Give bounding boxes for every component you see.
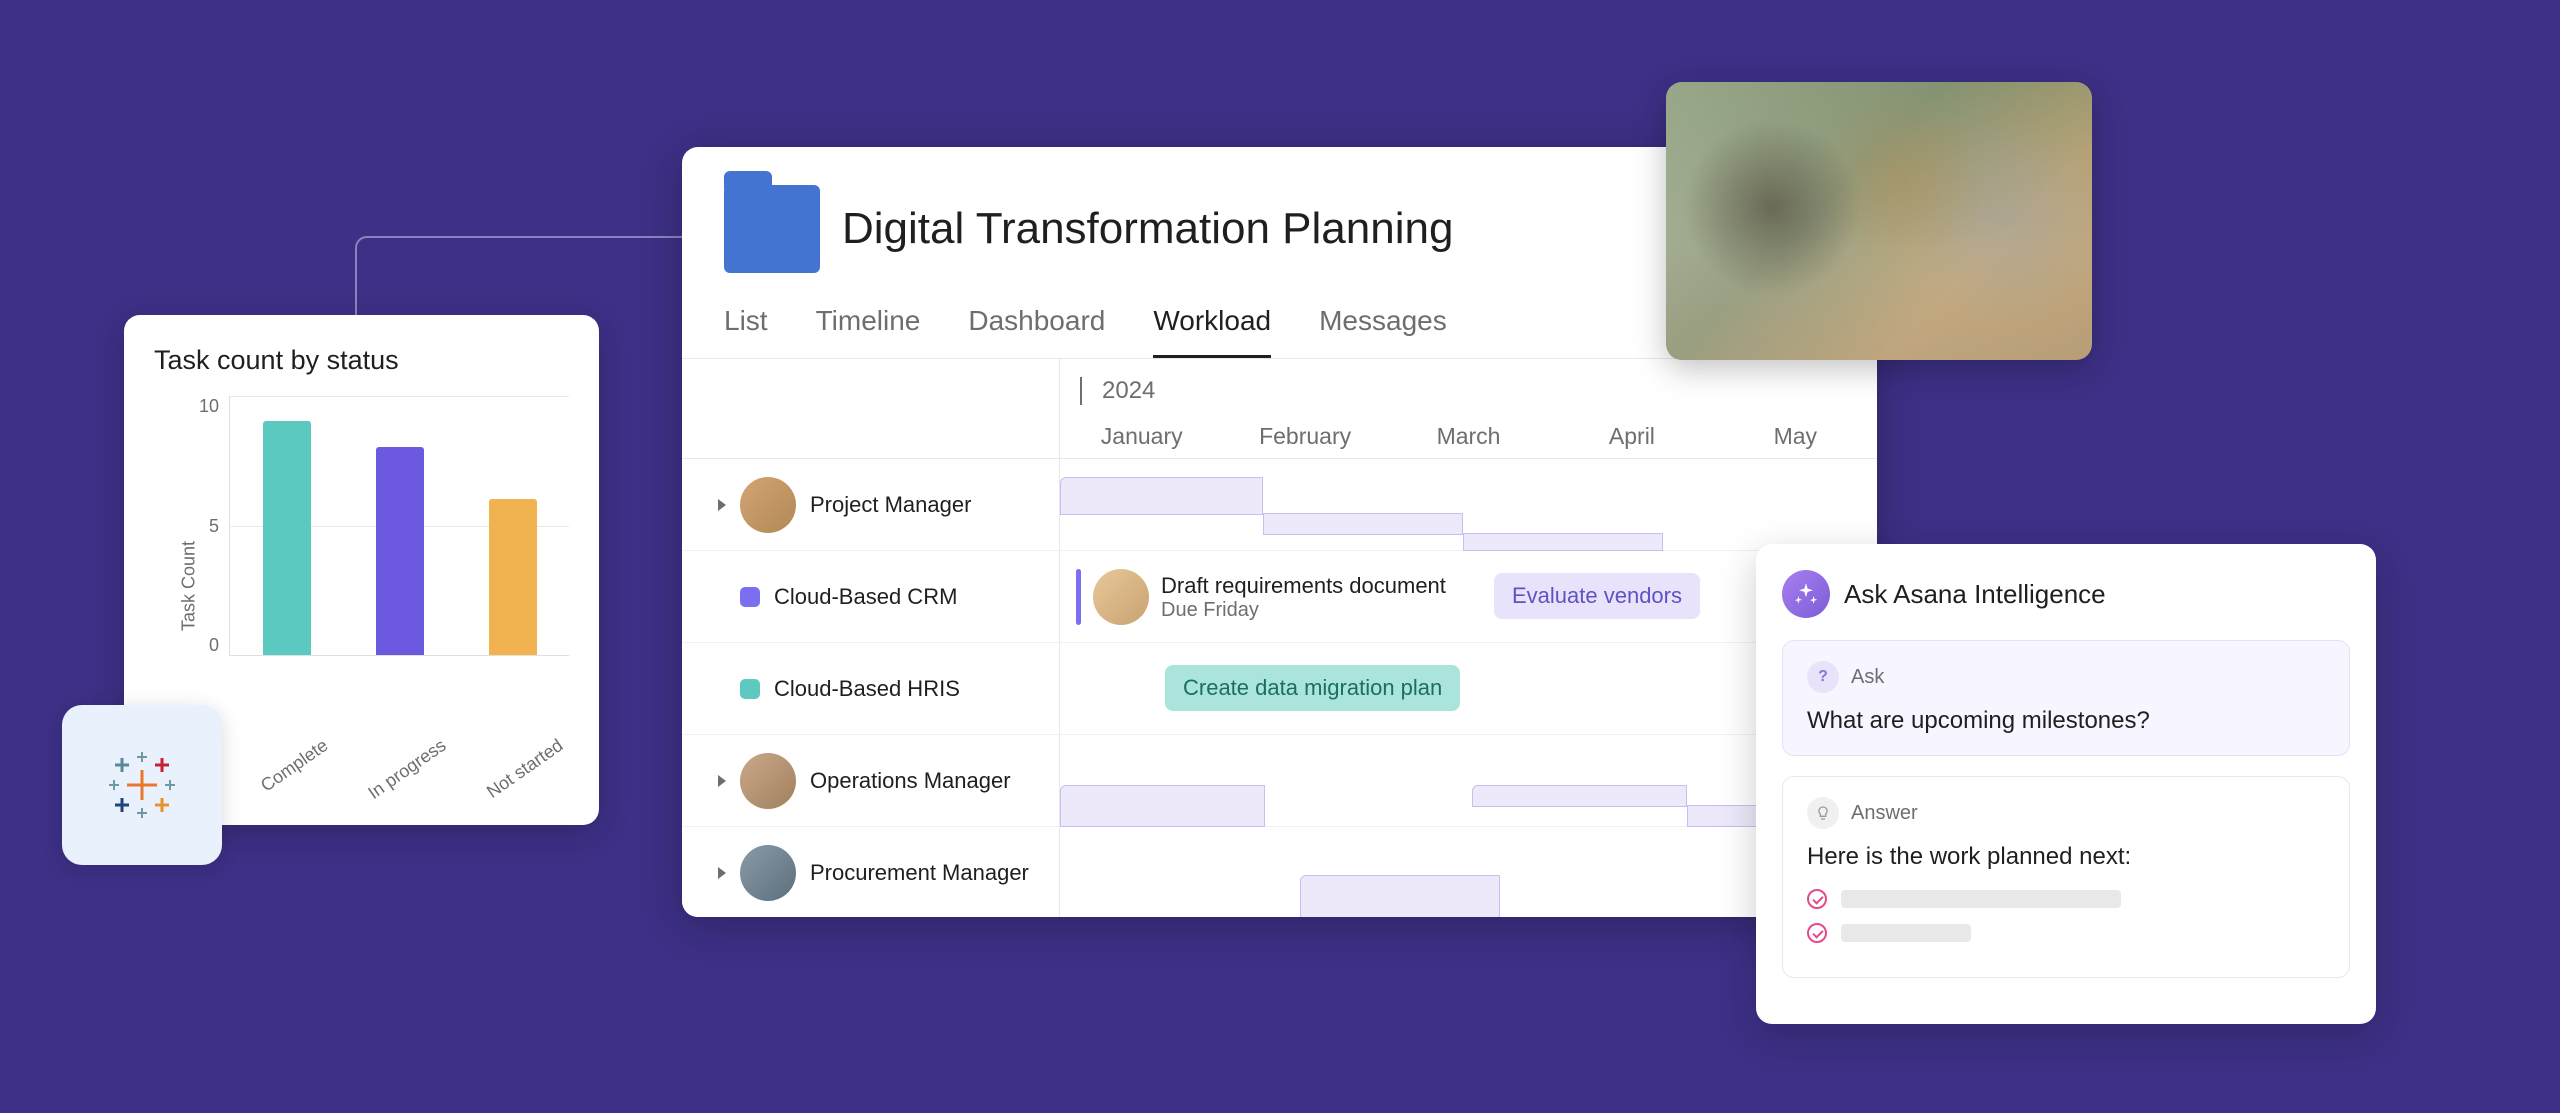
skeleton-line xyxy=(1841,924,1971,942)
gantt-bar[interactable] xyxy=(1060,785,1265,827)
avatar xyxy=(740,753,796,809)
tab-timeline[interactable]: Timeline xyxy=(816,293,921,358)
bar-complete xyxy=(263,421,311,655)
row-header[interactable]: Cloud-Based HRIS xyxy=(682,643,1060,734)
ai-panel: Ask Asana Intelligence ? Ask What are up… xyxy=(1756,544,2376,1024)
avatar xyxy=(1093,569,1149,625)
workload-row: Cloud-Based CRM Draft requirements docum… xyxy=(682,551,1877,643)
workload-row: Cloud-Based HRIS Create data migration p… xyxy=(682,643,1877,735)
task-chip-draft[interactable]: Draft requirements document Due Friday xyxy=(1076,569,1446,625)
ask-question: What are upcoming milestones? xyxy=(1807,707,2325,735)
ai-title: Ask Asana Intelligence xyxy=(1844,579,2106,610)
year-label: 2024 xyxy=(1080,377,1155,405)
color-dot xyxy=(740,679,760,699)
month-label: March xyxy=(1387,423,1550,450)
answer-items xyxy=(1807,889,2325,943)
row-label: Operations Manager xyxy=(810,768,1011,794)
skeleton-line xyxy=(1841,890,2121,908)
task-title: Draft requirements document xyxy=(1161,573,1446,599)
month-label: April xyxy=(1550,423,1713,450)
bar-not-started xyxy=(489,499,537,655)
tab-workload[interactable]: Workload xyxy=(1153,293,1271,358)
lightbulb-icon xyxy=(1807,797,1839,829)
x-axis-labels: Complete In progress Not started xyxy=(229,735,569,756)
task-pill-migration[interactable]: Create data migration plan xyxy=(1165,665,1460,711)
tableau-icon xyxy=(107,750,177,820)
row-label: Project Manager xyxy=(810,492,971,518)
bar-in-progress xyxy=(376,447,424,655)
gantt-bar[interactable] xyxy=(1300,875,1500,917)
row-header[interactable]: Procurement Manager xyxy=(682,827,1060,917)
avatar xyxy=(740,845,796,901)
tab-messages[interactable]: Messages xyxy=(1319,293,1447,358)
answer-item[interactable] xyxy=(1807,889,2325,909)
month-labels: January February March April May xyxy=(1060,423,1877,450)
x-label: In progress xyxy=(365,735,451,804)
folder-icon xyxy=(724,185,820,273)
tab-dashboard[interactable]: Dashboard xyxy=(968,293,1105,358)
task-pill-evaluate[interactable]: Evaluate vendors xyxy=(1494,573,1700,619)
check-icon xyxy=(1807,889,1827,909)
gantt-bar[interactable] xyxy=(1472,785,1687,807)
timeline-header: 2024 January February March April May xyxy=(682,359,1877,459)
row-header[interactable]: Project Manager xyxy=(682,459,1060,550)
month-label: February xyxy=(1223,423,1386,450)
answer-text: Here is the work planned next: xyxy=(1807,843,2325,871)
integration-card[interactable] xyxy=(62,705,222,865)
avatar xyxy=(740,477,796,533)
workload-row: Operations Manager xyxy=(682,735,1877,827)
task-due: Due Friday xyxy=(1161,599,1446,622)
ai-answer-card: Answer Here is the work planned next: xyxy=(1782,776,2350,978)
question-icon: ? xyxy=(1807,661,1839,693)
gantt-bar[interactable] xyxy=(1060,477,1263,515)
project-title: Digital Transformation Planning xyxy=(842,204,1453,254)
expand-icon[interactable] xyxy=(718,867,726,879)
x-label: Not started xyxy=(483,735,567,803)
connector-line xyxy=(355,236,690,321)
x-label: Complete xyxy=(257,735,332,796)
y-axis-label: Task Count xyxy=(179,541,200,631)
month-label: January xyxy=(1060,423,1223,450)
sparkle-icon xyxy=(1782,570,1830,618)
gantt-bar[interactable] xyxy=(1263,513,1463,535)
ask-label: Ask xyxy=(1851,666,1884,689)
chart-title: Task count by status xyxy=(154,345,569,376)
y-tick: 0 xyxy=(189,635,219,656)
tab-list[interactable]: List xyxy=(724,293,768,358)
answer-item[interactable] xyxy=(1807,923,2325,943)
month-label: May xyxy=(1714,423,1877,450)
gantt-bar[interactable] xyxy=(1463,533,1663,551)
workload-row: Procurement Manager xyxy=(682,827,1877,917)
answer-label: Answer xyxy=(1851,802,1918,825)
chart-plot-area xyxy=(229,396,569,656)
expand-icon[interactable] xyxy=(718,775,726,787)
row-label: Cloud-Based CRM xyxy=(774,584,957,610)
row-label: Cloud-Based HRIS xyxy=(774,676,960,702)
row-header[interactable]: Operations Manager xyxy=(682,735,1060,826)
row-label: Procurement Manager xyxy=(810,860,1029,886)
ai-header: Ask Asana Intelligence xyxy=(1782,570,2350,618)
row-header[interactable]: Cloud-Based CRM xyxy=(682,551,1060,642)
team-photo xyxy=(1666,82,2092,360)
expand-icon[interactable] xyxy=(718,499,726,511)
ai-ask-card[interactable]: ? Ask What are upcoming milestones? xyxy=(1782,640,2350,756)
color-dot xyxy=(740,587,760,607)
check-icon xyxy=(1807,923,1827,943)
y-tick: 5 xyxy=(189,516,219,537)
workload-row: Project Manager xyxy=(682,459,1877,551)
y-tick: 10 xyxy=(189,396,219,417)
